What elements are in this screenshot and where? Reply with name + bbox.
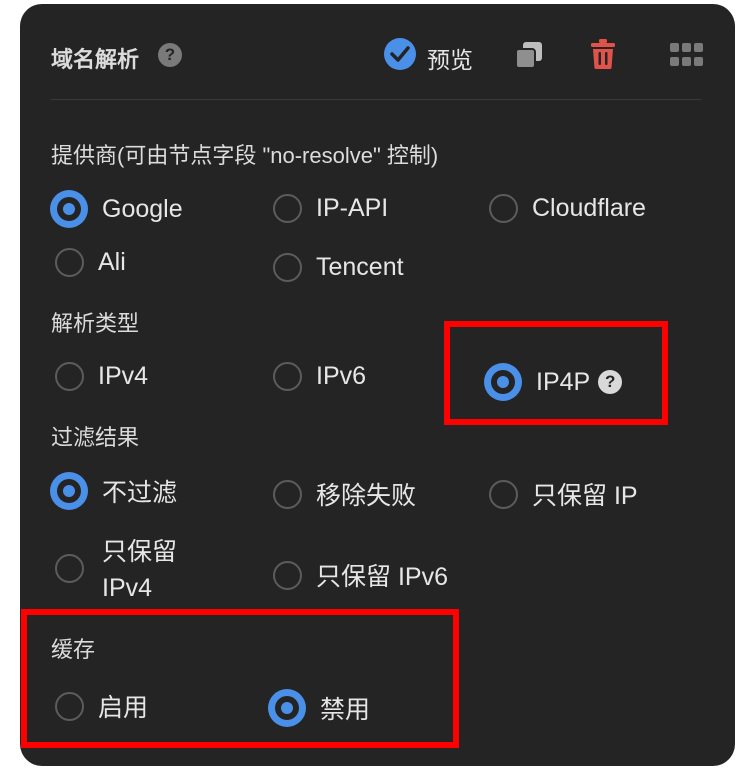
preview-checkbox[interactable] xyxy=(384,38,416,70)
panel-title: 域名解析 xyxy=(51,47,140,72)
radio-icon[interactable] xyxy=(273,479,302,509)
resolve-option-ipv4[interactable]: IPv4 xyxy=(55,362,148,391)
grid-icon[interactable] xyxy=(670,43,703,72)
resolve-type-label: 解析类型 xyxy=(51,311,140,336)
filter-option-remove-failed[interactable]: 移除失败 xyxy=(273,476,416,512)
radio-icon[interactable] xyxy=(489,194,518,223)
provider-option-ali[interactable]: Ali xyxy=(55,248,126,277)
filter-option-no-filter[interactable]: 不过滤 xyxy=(50,472,177,510)
radio-icon[interactable] xyxy=(55,554,84,583)
help-icon[interactable]: ? xyxy=(158,43,182,67)
radio-selected-icon[interactable] xyxy=(50,190,88,228)
copy-icon[interactable] xyxy=(514,40,544,75)
radio-icon[interactable] xyxy=(55,362,84,391)
provider-option-google[interactable]: Google xyxy=(50,190,183,228)
provider-label: 提供商(可由节点字段 "no-resolve" 控制) xyxy=(51,143,439,168)
radio-icon[interactable] xyxy=(273,194,302,223)
radio-icon[interactable] xyxy=(55,248,84,277)
radio-icon[interactable] xyxy=(273,362,302,391)
radio-icon[interactable] xyxy=(273,253,302,282)
radio-icon[interactable] xyxy=(489,479,518,509)
filter-label: 过滤结果 xyxy=(51,425,140,450)
header-divider xyxy=(51,99,701,100)
filter-option-ip-only[interactable]: 只保留 IP xyxy=(489,476,638,512)
filter-option-ipv6-only[interactable]: 只保留 IPv6 xyxy=(273,557,448,593)
filter-option-ipv4-only[interactable]: 只保留 IPv4 xyxy=(55,532,235,612)
resolve-option-ipv6[interactable]: IPv6 xyxy=(273,362,366,391)
provider-option-cloudflare[interactable]: Cloudflare xyxy=(489,194,646,223)
radio-icon[interactable] xyxy=(273,560,302,590)
preview-label[interactable]: 预览 xyxy=(427,41,473,75)
checkmark-icon xyxy=(390,46,410,62)
cache-highlight-box xyxy=(21,609,459,748)
trash-icon[interactable] xyxy=(590,38,616,75)
provider-option-tencent[interactable]: Tencent xyxy=(273,253,404,282)
radio-selected-icon[interactable] xyxy=(50,472,88,510)
ip4p-highlight-box xyxy=(444,321,668,425)
provider-option-ip-api[interactable]: IP-API xyxy=(273,194,388,223)
